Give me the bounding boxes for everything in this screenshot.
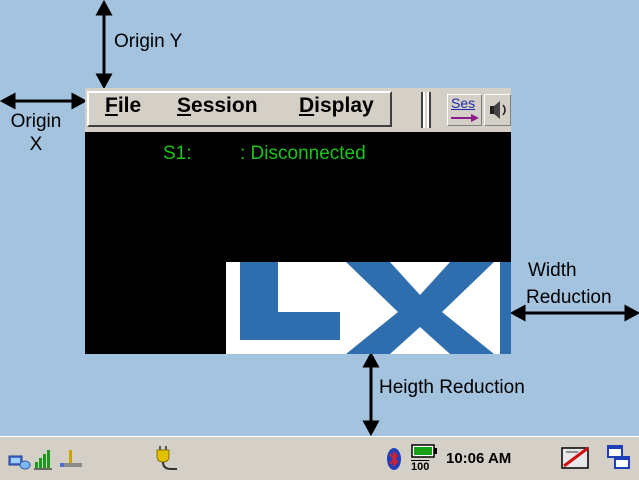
height-reduction-label: Heigth Reduction	[379, 377, 525, 398]
menu-display-rest: isplay	[314, 94, 374, 117]
connection-icon[interactable]	[58, 447, 84, 471]
session-button-label: Ses	[451, 95, 476, 111]
lxe-logo-graphic	[240, 262, 511, 354]
origin-y-label: Origin Y	[114, 31, 183, 52]
menu-session[interactable]: Session	[177, 94, 258, 118]
input-panel-icon[interactable]	[560, 444, 592, 472]
menu-file-rest: ile	[117, 94, 142, 117]
network-icon[interactable]	[7, 447, 31, 471]
clock[interactable]: 10:06 AM	[446, 450, 511, 468]
menu-display-mnemonic: D	[299, 94, 315, 117]
battery-icon	[411, 444, 437, 458]
battery-label: 100	[411, 461, 430, 473]
window-switch-icon[interactable]	[606, 444, 632, 472]
menu-display[interactable]: Display	[299, 94, 374, 118]
menu-file[interactable]: File	[105, 94, 141, 118]
session-toolbar-button[interactable]: Ses	[447, 94, 482, 126]
toolbar-grip[interactable]	[421, 92, 431, 128]
session-id: S1:	[163, 143, 192, 164]
width-reduction-label-line1: Width	[528, 260, 577, 281]
terminal-window: File Session Display Ses S1: : Disconnec…	[85, 88, 511, 354]
menu-bar: File Session Display Ses	[85, 88, 511, 132]
taskbar: 100 10:06 AM	[0, 436, 639, 480]
arrow-right-icon	[451, 114, 479, 122]
power-plug-icon[interactable]	[153, 444, 179, 472]
menu-file-mnemonic: F	[105, 94, 118, 117]
origin-x-label-line2: X	[29, 134, 43, 155]
width-reduction-label-line2: Reduction	[526, 287, 612, 308]
menu-session-rest: ession	[191, 94, 258, 117]
speaker-toolbar-button[interactable]	[484, 94, 511, 126]
session-status: : Disconnected	[240, 143, 366, 164]
origin-x-label-line1: Origin	[10, 111, 62, 132]
battery-indicator[interactable]: 100	[409, 442, 439, 476]
speaker-icon	[490, 101, 506, 119]
origin-x-label: Origin X	[8, 110, 64, 156]
width-reduction-label: Width Reduction	[526, 259, 612, 309]
menu-session-mnemonic: S	[177, 94, 192, 117]
lxe-logo	[226, 262, 511, 354]
signal-strength-icon[interactable]	[34, 447, 54, 471]
bluetooth-icon[interactable]	[385, 446, 403, 472]
